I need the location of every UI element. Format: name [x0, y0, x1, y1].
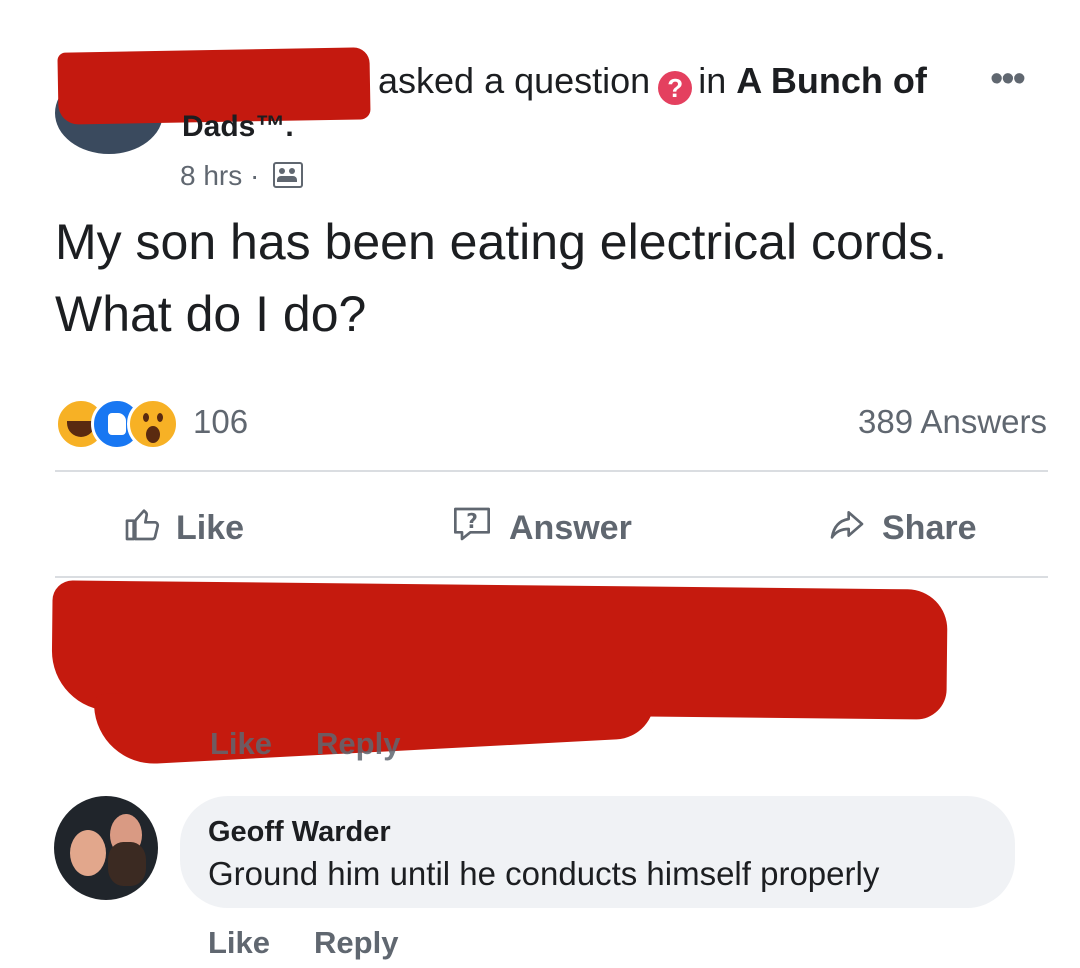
svg-text:?: ?: [466, 509, 478, 533]
redacted-comment-reply[interactable]: Reply: [316, 726, 400, 761]
avatar-beard: [108, 842, 146, 886]
post-timestamp[interactable]: 8 hrs: [180, 160, 242, 191]
thumbs-up-icon: [122, 504, 162, 553]
answer-button[interactable]: ? Answer: [449, 504, 632, 552]
more-options-icon[interactable]: •••: [990, 58, 1026, 101]
commenter-avatar[interactable]: [54, 796, 158, 900]
avatar-face: [70, 830, 106, 876]
share-label: Share: [882, 508, 977, 547]
comment-author[interactable]: Geoff Warder: [208, 816, 1015, 849]
comment-reply-button[interactable]: Reply: [314, 925, 398, 960]
post-question-text: My son has been eating electrical cords.…: [55, 214, 948, 342]
group-name-link[interactable]: A Bunch of: [736, 60, 927, 101]
post-meta: 8 hrs ·: [180, 160, 304, 192]
redacted-comment-actions: Like Reply: [210, 726, 444, 762]
like-label: Like: [176, 508, 245, 547]
redacted-comment-like[interactable]: Like: [210, 726, 272, 761]
wow-icon: [127, 398, 179, 450]
comment-actions: Like Reply: [208, 925, 442, 961]
asked-text: asked a question: [378, 60, 651, 101]
answer-label: Answer: [509, 508, 632, 547]
reaction-count[interactable]: 106: [193, 403, 248, 441]
like-button[interactable]: Like: [122, 504, 244, 552]
comment-text: Ground him until he conducts himself pro…: [208, 855, 880, 892]
in-text: in: [698, 60, 727, 101]
share-arrow-icon: [826, 504, 868, 553]
post-header-line: asked a question? in A Bunch of: [378, 60, 927, 105]
group-audience-icon: [273, 162, 304, 188]
question-badge-icon: ?: [658, 71, 693, 105]
divider: [55, 576, 1048, 578]
divider: [55, 470, 1048, 472]
comment-bubble: Geoff Warder Ground him until he conduct…: [180, 796, 1015, 908]
question-bubble-icon: ?: [449, 504, 495, 553]
comment-like-button[interactable]: Like: [208, 925, 270, 960]
share-button[interactable]: Share: [826, 504, 977, 552]
meta-separator: ·: [250, 160, 260, 191]
group-name-link-continued[interactable]: Dads™.: [182, 110, 294, 144]
answers-count[interactable]: 389 Answers: [858, 403, 1047, 441]
